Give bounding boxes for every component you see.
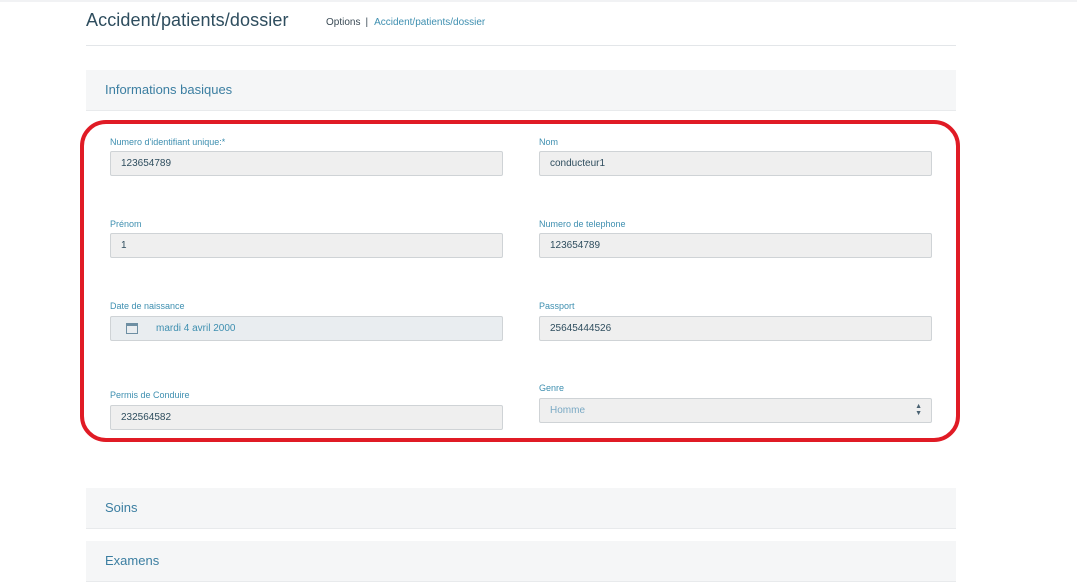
nom-label: Nom — [539, 137, 559, 147]
dob-label: Date de naissance — [110, 301, 185, 311]
permis-label: Permis de Conduire — [110, 390, 190, 400]
nom-field[interactable]: conducteur1 — [539, 151, 932, 176]
breadcrumb-current: Accident/patients/dossier — [374, 17, 486, 28]
genre-label: Genre — [539, 383, 565, 393]
sort-arrows-icon: ▲ ▼ — [915, 403, 922, 417]
section-soins-header[interactable]: Soins — [86, 488, 956, 529]
genre-selected-value: Homme — [550, 405, 586, 416]
section-soins-label: Soins — [105, 500, 138, 515]
top-divider — [0, 0, 1077, 2]
phone-label: Numero de telephone — [539, 219, 626, 229]
breadcrumb-options-link[interactable]: Options — [326, 17, 360, 28]
page-title: Accident/patients/dossier — [86, 10, 289, 30]
breadcrumb: Options | Accident/patients/dossier — [326, 17, 485, 28]
id-label: Numero d'identifiant unique:* — [110, 137, 226, 147]
section-basic-info-label: Informations basiques — [105, 82, 233, 97]
permis-field[interactable]: 232564582 — [110, 405, 503, 430]
dob-value: mardi 4 avril 2000 — [156, 323, 236, 334]
passport-label: Passport — [539, 301, 575, 311]
phone-field[interactable]: 123654789 — [539, 233, 932, 258]
passport-field[interactable]: 25645444526 — [539, 316, 932, 341]
genre-select[interactable]: Homme ▲ ▼ — [539, 398, 932, 423]
section-examens-header[interactable]: Examens — [86, 541, 956, 582]
prenom-field[interactable]: 1 — [110, 233, 503, 258]
id-field[interactable]: 123654789 — [110, 151, 503, 176]
page-header: Accident/patients/dossier Options | Acci… — [86, 10, 956, 46]
prenom-label: Prénom — [110, 219, 142, 229]
section-examens-label: Examens — [105, 553, 160, 568]
section-basic-info-header[interactable]: Informations basiques — [86, 70, 956, 111]
calendar-icon — [126, 323, 138, 334]
dob-field[interactable]: mardi 4 avril 2000 — [110, 316, 503, 341]
breadcrumb-separator: | — [365, 17, 369, 28]
